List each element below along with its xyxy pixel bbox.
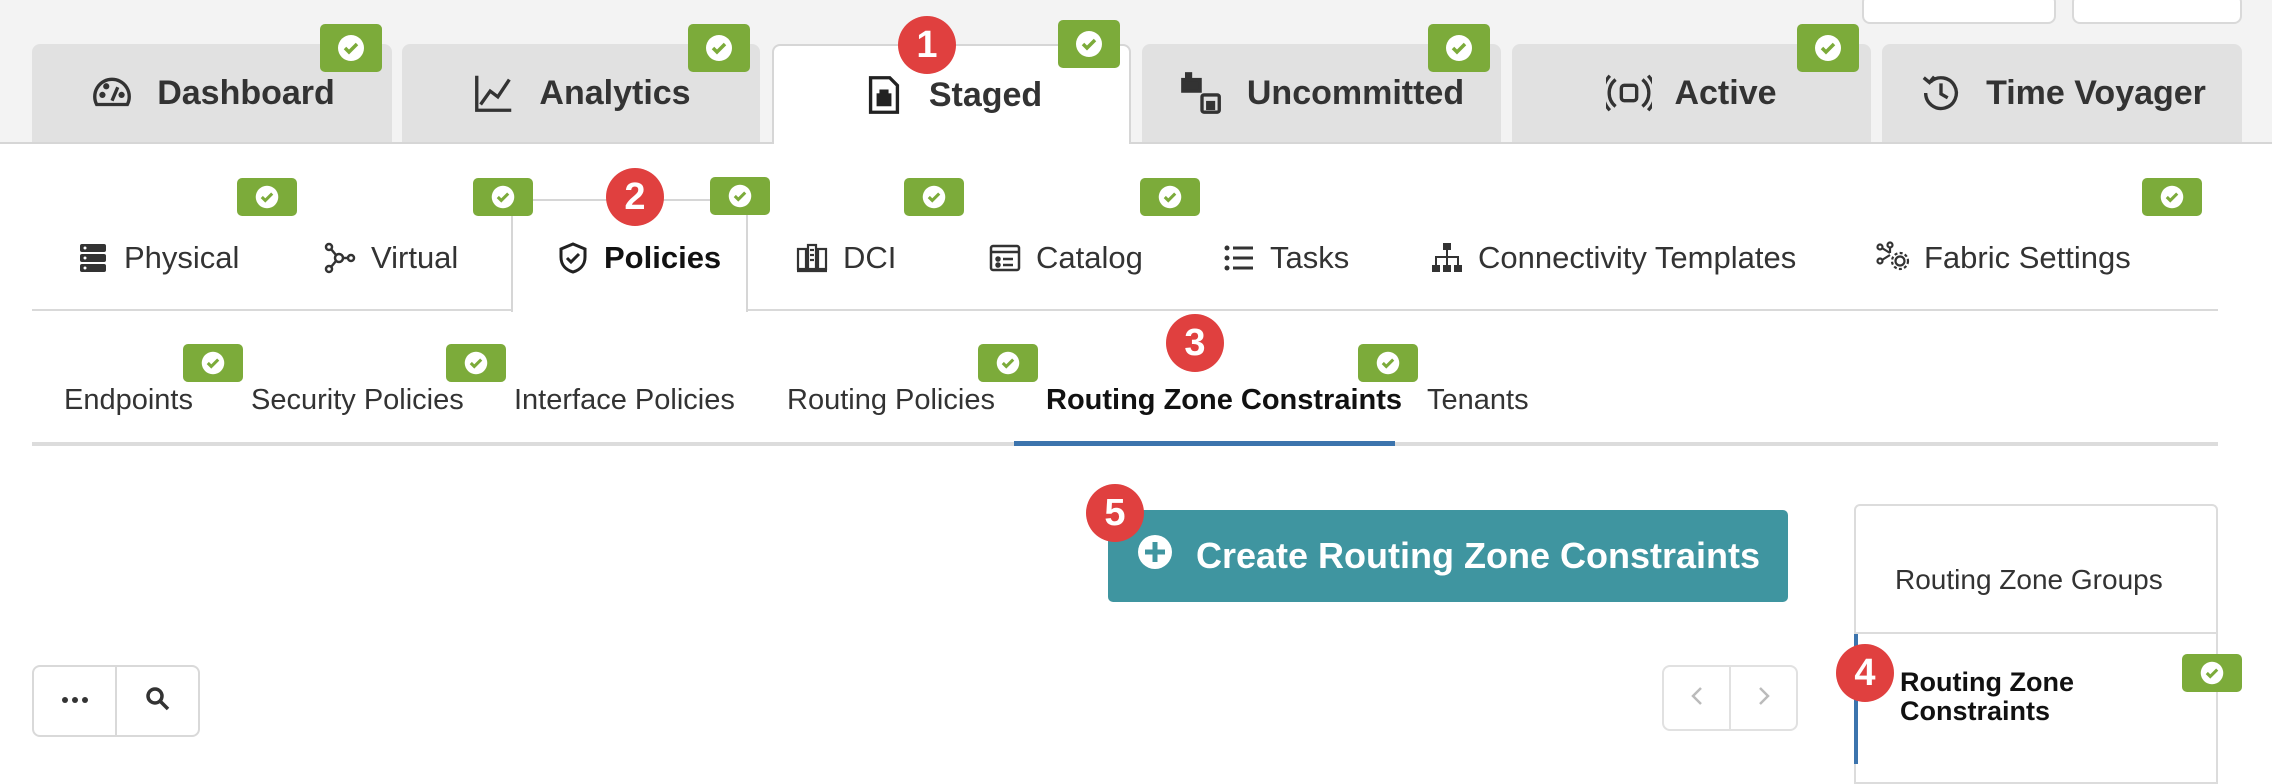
tab-endpoints[interactable]: Endpoints — [64, 384, 193, 428]
check-badge-icon — [1428, 24, 1490, 72]
check-badge-icon — [688, 24, 750, 72]
subtab-virtual[interactable]: Virtual — [323, 225, 458, 291]
subtab-label: Connectivity Templates — [1478, 240, 1797, 275]
tab-label: Active — [1674, 73, 1777, 112]
chevron-left-icon — [1689, 684, 1705, 713]
hierarchy-icon — [1430, 241, 1464, 275]
analytics-chart-icon — [471, 70, 517, 116]
prev-page-button[interactable] — [1664, 667, 1729, 729]
check-badge-icon — [320, 24, 382, 72]
tab-interface-policies[interactable]: Interface Policies — [514, 384, 735, 428]
subtab-policies[interactable]: Policies — [556, 225, 721, 291]
dashboard-gauge-icon — [89, 70, 135, 116]
plus-circle-icon — [1136, 533, 1174, 580]
subtab-label: Fabric Settings — [1924, 240, 2131, 275]
check-badge-icon — [237, 178, 297, 216]
task-list-icon — [1222, 241, 1256, 275]
create-routing-zone-constraints-button[interactable]: Create Routing Zone Constraints — [1108, 510, 1788, 602]
subtab-dci[interactable]: DCI — [795, 225, 896, 291]
check-badge-icon — [978, 344, 1038, 382]
next-page-button[interactable] — [1729, 667, 1796, 729]
subtab-label: Catalog — [1036, 240, 1143, 275]
active-broadcast-icon — [1606, 70, 1653, 116]
check-badge-icon — [904, 178, 964, 216]
check-badge-icon — [473, 178, 533, 216]
tab-label: Analytics — [539, 73, 691, 112]
subtab-fabric-settings[interactable]: Fabric Settings — [1876, 225, 2131, 291]
search-icon — [144, 685, 172, 718]
pagination-control — [1662, 665, 1798, 731]
check-badge-icon — [1358, 344, 1418, 382]
subtab-connectivity-templates[interactable]: Connectivity Templates — [1430, 225, 1796, 291]
subtab-label: Virtual — [371, 240, 459, 275]
step-badge-5: 5 — [1086, 484, 1144, 542]
chevron-right-icon — [1756, 684, 1772, 713]
tab-security-policies[interactable]: Security Policies — [251, 384, 464, 428]
side-item-routing-zone-constraints[interactable]: Routing Zone Constraints — [1900, 668, 2100, 726]
staged-clipboard-icon — [861, 72, 907, 118]
top-control-right[interactable] — [2072, 0, 2242, 24]
subnav-divider — [32, 309, 2218, 311]
tab-time-voyager[interactable]: Time Voyager — [1882, 44, 2242, 142]
check-badge-icon — [2142, 178, 2202, 216]
side-panel — [1854, 504, 2218, 784]
more-options-button[interactable] — [34, 667, 115, 735]
check-badge-icon — [446, 344, 506, 382]
subtab-label: Policies — [604, 240, 722, 275]
subtab-physical[interactable]: Physical — [76, 225, 239, 291]
tab-routing-policies[interactable]: Routing Policies — [787, 384, 995, 428]
history-clock-icon — [1918, 70, 1964, 116]
thirdnav-active-underline — [1014, 441, 1395, 446]
shield-check-icon — [556, 241, 590, 275]
tab-label: Staged — [928, 75, 1043, 114]
tab-label: Dashboard — [157, 73, 335, 112]
subtab-tasks[interactable]: Tasks — [1222, 225, 1349, 291]
subtab-label: Physical — [124, 240, 240, 275]
server-stack-icon — [76, 241, 110, 275]
tab-routing-zone-constraints[interactable]: Routing Zone Constraints — [1046, 384, 1402, 428]
dci-buildings-icon — [795, 241, 829, 275]
subtab-label: DCI — [843, 240, 897, 275]
top-control-left[interactable] — [1862, 0, 2056, 24]
subtab-catalog[interactable]: Catalog — [988, 225, 1143, 291]
check-badge-icon — [1058, 20, 1120, 68]
check-badge-icon — [1797, 24, 1859, 72]
tab-label: Time Voyager — [1986, 73, 2206, 112]
ellipsis-icon — [61, 692, 89, 710]
fabric-gear-icon — [1876, 241, 1910, 275]
side-panel-divider — [1856, 632, 2218, 634]
tab-tenants[interactable]: Tenants — [1427, 384, 1529, 428]
step-badge-1: 1 — [898, 16, 956, 74]
network-nodes-icon — [323, 241, 357, 275]
check-badge-icon — [183, 344, 243, 382]
subtab-label: Tasks — [1270, 240, 1350, 275]
step-badge-4: 4 — [1836, 644, 1894, 702]
tab-label: Uncommitted — [1246, 73, 1465, 112]
check-badge-icon — [710, 177, 770, 215]
create-button-label: Create Routing Zone Constraints — [1195, 535, 1761, 576]
check-badge-icon — [1140, 178, 1200, 216]
uncommitted-boxes-icon — [1179, 70, 1225, 116]
catalog-window-icon — [988, 241, 1022, 275]
side-item-routing-zone-groups[interactable]: Routing Zone Groups — [1895, 564, 2163, 596]
check-badge-icon — [2182, 654, 2242, 692]
table-toolbar — [32, 665, 200, 737]
search-button[interactable] — [115, 667, 198, 735]
step-badge-2: 2 — [606, 168, 664, 226]
step-badge-3: 3 — [1166, 314, 1224, 372]
